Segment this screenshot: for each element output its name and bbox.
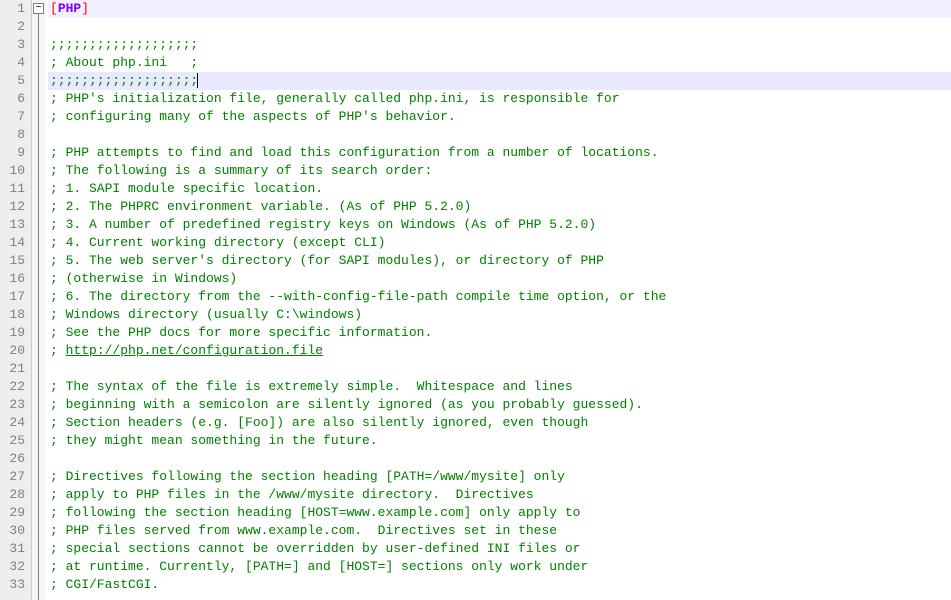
code-line[interactable]: ; 3. A number of predefined registry key… bbox=[48, 216, 951, 234]
line-number: 32 bbox=[4, 558, 25, 576]
line-number: 27 bbox=[4, 468, 25, 486]
line-number: 1 bbox=[4, 0, 25, 18]
line-number: 19 bbox=[4, 324, 25, 342]
line-number-gutter: 1234567891011121314151617181920212223242… bbox=[0, 0, 32, 600]
line-number: 28 bbox=[4, 486, 25, 504]
line-number: 2 bbox=[4, 18, 25, 36]
code-line[interactable]: ; Directives following the section headi… bbox=[48, 468, 951, 486]
code-line[interactable]: ; The syntax of the file is extremely si… bbox=[48, 378, 951, 396]
line-number: 20 bbox=[4, 342, 25, 360]
hyperlink[interactable]: http://php.net/configuration.file bbox=[66, 343, 323, 358]
code-line[interactable]: ; See the PHP docs for more specific inf… bbox=[48, 324, 951, 342]
line-number: 29 bbox=[4, 504, 25, 522]
line-number: 12 bbox=[4, 198, 25, 216]
code-line[interactable]: ; 4. Current working directory (except C… bbox=[48, 234, 951, 252]
code-line[interactable] bbox=[48, 360, 951, 378]
code-line[interactable]: ;;;;;;;;;;;;;;;;;;; bbox=[48, 72, 951, 90]
code-line[interactable]: ; About php.ini ; bbox=[48, 54, 951, 72]
code-line[interactable]: ; following the section heading [HOST=ww… bbox=[48, 504, 951, 522]
line-number: 18 bbox=[4, 306, 25, 324]
line-number: 24 bbox=[4, 414, 25, 432]
code-line[interactable] bbox=[48, 18, 951, 36]
code-line[interactable]: ; (otherwise in Windows) bbox=[48, 270, 951, 288]
fold-guide-line bbox=[38, 14, 39, 600]
code-line[interactable]: ; CGI/FastCGI. bbox=[48, 576, 951, 594]
code-area[interactable]: [PHP];;;;;;;;;;;;;;;;;;;; About php.ini … bbox=[46, 0, 951, 600]
fold-column bbox=[32, 0, 46, 600]
line-number: 13 bbox=[4, 216, 25, 234]
code-line[interactable]: ; 1. SAPI module specific location. bbox=[48, 180, 951, 198]
line-number: 15 bbox=[4, 252, 25, 270]
code-line[interactable]: ; beginning with a semicolon are silentl… bbox=[48, 396, 951, 414]
line-number: 4 bbox=[4, 54, 25, 72]
line-number: 5 bbox=[4, 72, 25, 90]
code-line[interactable]: ; 5. The web server's directory (for SAP… bbox=[48, 252, 951, 270]
line-number: 21 bbox=[4, 360, 25, 378]
line-number: 11 bbox=[4, 180, 25, 198]
code-line[interactable] bbox=[48, 450, 951, 468]
code-line[interactable]: ; PHP files served from www.example.com.… bbox=[48, 522, 951, 540]
code-line[interactable]: ;;;;;;;;;;;;;;;;;;; bbox=[48, 36, 951, 54]
text-caret bbox=[197, 73, 198, 88]
code-line[interactable]: ; http://php.net/configuration.file bbox=[48, 342, 951, 360]
line-number: 17 bbox=[4, 288, 25, 306]
code-line[interactable]: ; special sections cannot be overridden … bbox=[48, 540, 951, 558]
line-number: 30 bbox=[4, 522, 25, 540]
code-line[interactable]: ; at runtime. Currently, [PATH=] and [HO… bbox=[48, 558, 951, 576]
code-line[interactable]: [PHP] bbox=[48, 0, 951, 18]
code-line[interactable]: ; Section headers (e.g. [Foo]) are also … bbox=[48, 414, 951, 432]
line-number: 23 bbox=[4, 396, 25, 414]
code-line[interactable]: ; Windows directory (usually C:\windows) bbox=[48, 306, 951, 324]
code-line[interactable] bbox=[48, 126, 951, 144]
line-number: 7 bbox=[4, 108, 25, 126]
code-line[interactable]: ; they might mean something in the futur… bbox=[48, 432, 951, 450]
line-number: 6 bbox=[4, 90, 25, 108]
line-number: 16 bbox=[4, 270, 25, 288]
fold-toggle-icon[interactable] bbox=[33, 3, 44, 14]
code-line[interactable]: ; 2. The PHPRC environment variable. (As… bbox=[48, 198, 951, 216]
line-number: 9 bbox=[4, 144, 25, 162]
line-number: 22 bbox=[4, 378, 25, 396]
code-line[interactable]: ; 6. The directory from the --with-confi… bbox=[48, 288, 951, 306]
line-number: 10 bbox=[4, 162, 25, 180]
line-number: 14 bbox=[4, 234, 25, 252]
line-number: 33 bbox=[4, 576, 25, 594]
line-number: 26 bbox=[4, 450, 25, 468]
line-number: 8 bbox=[4, 126, 25, 144]
line-number: 31 bbox=[4, 540, 25, 558]
code-line[interactable]: ; PHP attempts to find and load this con… bbox=[48, 144, 951, 162]
code-editor[interactable]: 1234567891011121314151617181920212223242… bbox=[0, 0, 951, 600]
line-number: 25 bbox=[4, 432, 25, 450]
line-number: 3 bbox=[4, 36, 25, 54]
code-line[interactable]: ; The following is a summary of its sear… bbox=[48, 162, 951, 180]
code-line[interactable]: ; apply to PHP files in the /www/mysite … bbox=[48, 486, 951, 504]
code-line[interactable]: ; configuring many of the aspects of PHP… bbox=[48, 108, 951, 126]
code-line[interactable]: ; PHP's initialization file, generally c… bbox=[48, 90, 951, 108]
